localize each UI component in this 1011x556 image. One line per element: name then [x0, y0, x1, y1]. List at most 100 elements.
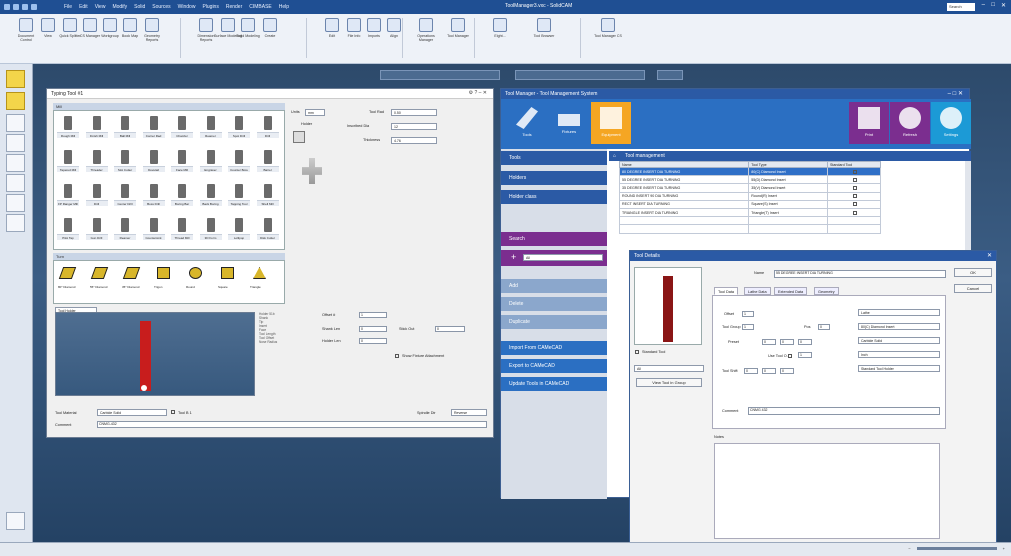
menu-cimbase[interactable]: CIMBASE	[249, 4, 272, 10]
mill-tool-chamfer[interactable]: Chamfer	[171, 114, 193, 138]
window-controls-icon[interactable]: ⚙ ? – ✕	[469, 90, 487, 96]
mill-tool-boss-drill[interactable]: Boss Drill	[142, 182, 165, 206]
sidebar-search[interactable]: Search	[501, 232, 607, 246]
menu-edit[interactable]: Edit	[79, 4, 88, 10]
cancel-button[interactable]: Cancel	[954, 284, 992, 293]
tools-tab-button[interactable]: Tools	[507, 102, 547, 144]
stickout-field[interactable]: 0	[435, 326, 465, 332]
standard-checkbox[interactable]	[853, 169, 858, 174]
tool-b-checkbox[interactable]	[171, 410, 175, 414]
orientation-icon[interactable]	[302, 158, 322, 184]
mill-tool-counter-bore[interactable]: Counter Bore	[228, 148, 250, 172]
mill-tool-shell-mill[interactable]: Shell Mill	[256, 182, 279, 206]
notes-textarea[interactable]	[714, 443, 940, 539]
holder-type-dropdown[interactable]: Standard Tool Holder	[858, 365, 940, 372]
standard-checkbox[interactable]	[853, 194, 858, 199]
table-row[interactable]: TRIANGLE INSERT DIA TURNING Triangle(T) I…	[618, 207, 881, 218]
view-tool-in-group-button[interactable]: View Tool in Group	[636, 378, 702, 387]
insert-round[interactable]: Round	[186, 265, 206, 289]
holder-checkbox-label[interactable]: Holder	[301, 122, 312, 126]
shift-y-field[interactable]: 0	[762, 368, 776, 374]
ribbon-button-tool-manager-cs[interactable]: Tool Manager CS	[594, 18, 622, 58]
mill-tool-dovetail[interactable]: Dovetail	[142, 148, 165, 172]
mill-tool-back-boring[interactable]: Back Boring	[199, 182, 222, 206]
tool-preview[interactable]	[55, 312, 255, 396]
mill-tool-pilot-tap[interactable]: Pilot Tap	[57, 216, 79, 240]
thickness-dropdown[interactable]: 4.76	[391, 137, 437, 144]
tool-button-8[interactable]	[6, 214, 25, 232]
material-dropdown[interactable]: Carbide Solid	[858, 337, 940, 344]
zoom-out-icon[interactable]: −	[908, 546, 910, 551]
mill-tool-fp-ranger-mill[interactable]: FP Ranger Mill	[57, 182, 79, 206]
sidebar-item-tools[interactable]: Tools	[501, 151, 607, 165]
mill-tool-barrel[interactable]: Barrel	[256, 148, 279, 172]
export-button[interactable]: Export to CAMeCAD	[501, 359, 607, 373]
fixtures-tab-button[interactable]: Fixtures	[549, 102, 589, 144]
tab-tool-data[interactable]: Tool Data	[714, 287, 739, 295]
pos-field[interactable]: 0	[818, 324, 830, 330]
menu-solid[interactable]: Solid	[134, 4, 145, 10]
menu-render[interactable]: Render	[226, 4, 242, 10]
mill-tool-gun-drill[interactable]: Gun Drill	[85, 216, 108, 240]
preset-x-field[interactable]: 0	[762, 339, 776, 345]
comment-field[interactable]: CNMG-432	[97, 421, 487, 428]
import-button[interactable]: Import From CAMeCAD	[501, 341, 607, 355]
mill-tool-corner-rad[interactable]: Corner Rad	[142, 114, 165, 138]
sidebar-item-holder-class[interactable]: Holder class	[501, 190, 607, 204]
holder-len-field[interactable]: 0	[359, 338, 387, 344]
ribbon-button-tool-manager[interactable]: Tool Manager	[444, 18, 472, 58]
ok-button[interactable]: OK	[954, 268, 992, 277]
mill-tool-drill[interactable]: Drill	[256, 114, 279, 138]
insert-35-diamond[interactable]: 35° Diamond	[122, 265, 142, 289]
machine-type-dropdown[interactable]: Lathe	[858, 309, 940, 316]
menu-sources[interactable]: Sources	[152, 4, 170, 10]
duplicate-button[interactable]: Duplicate	[501, 315, 607, 329]
shank-len-field[interactable]: 0	[359, 326, 387, 332]
table-row[interactable]: ROUND INSERT 90 DIA TURNING Round(R) Inse…	[618, 191, 881, 201]
units-dropdown[interactable]: mm	[305, 109, 325, 116]
tool-button-bottom[interactable]	[6, 512, 25, 530]
tool-button-7[interactable]	[6, 194, 25, 212]
minimize-icon[interactable]: –	[982, 2, 985, 8]
update-button[interactable]: Update Tools in CAMeCAD	[501, 377, 607, 391]
tool-group-field[interactable]: 1	[742, 324, 754, 330]
tab-geometry[interactable]: Geometry	[814, 287, 839, 295]
mill-tool-engraver[interactable]: Engraver	[199, 148, 222, 172]
filter-dropdown[interactable]: All	[523, 254, 603, 261]
mill-tool-thread-mill[interactable]: Thread Mill	[171, 216, 193, 240]
inscribed-dropdown[interactable]: 12	[391, 123, 437, 130]
ribbon-button-operations-manager[interactable]: Operations Manager	[412, 18, 440, 58]
ribbon-button-align[interactable]: Align	[380, 18, 408, 58]
menu-help[interactable]: Help	[279, 4, 289, 10]
offset-field[interactable]: 1	[742, 311, 754, 317]
table-row[interactable]: RECT INSERT DIA TURNING Square(S) Insert	[618, 199, 881, 209]
insert-type-dropdown[interactable]: 80(C) Diamond Insert	[858, 323, 940, 330]
offset-field[interactable]: 1	[359, 312, 387, 318]
menu-window[interactable]: Window	[178, 4, 196, 10]
mill-tool-reamer[interactable]: Reamer	[114, 216, 136, 240]
add-icon[interactable]: +	[511, 252, 516, 262]
menu-plugins[interactable]: Plugins	[202, 4, 218, 10]
search-input[interactable]: Search	[947, 3, 975, 11]
zoom-controls[interactable]: − +	[908, 546, 1005, 551]
ribbon-button-eight-[interactable]: Eight...	[486, 18, 514, 58]
shift-x-field[interactable]: 0	[744, 368, 758, 374]
zoom-in-icon[interactable]: +	[1003, 546, 1005, 551]
mill-tool-drill[interactable]: Drill	[85, 182, 108, 206]
mill-tool-threader[interactable]: Threader	[85, 148, 108, 172]
mill-tool-lollipop[interactable]: Lollipop	[228, 216, 250, 240]
display-toolbar[interactable]	[515, 70, 645, 80]
ribbon-button-geometry-reports[interactable]: Geometry Reports	[138, 18, 166, 58]
mill-tool-rough-mill[interactable]: Rough Mill	[57, 114, 79, 138]
ribbon-button-tool-browser[interactable]: Tool Browser	[530, 18, 558, 58]
mill-tool-countersink[interactable]: Countersink	[142, 216, 165, 240]
use-tool-checkbox[interactable]	[788, 354, 792, 358]
table-row[interactable]: 80 DEGREE INSERT DIA TURNING 80(C) Diamon…	[618, 166, 881, 177]
quick-access-toolbar[interactable]	[0, 0, 46, 14]
mill-tool-slot-cutter[interactable]: Slot Cutter	[114, 148, 136, 172]
spindle-dir-dropdown[interactable]: Reverse	[451, 409, 487, 416]
table-row[interactable]: 35 DEGREE INSERT DIA TURNING 35(V) Diamon…	[618, 183, 881, 193]
preset-y-field[interactable]: 0	[780, 339, 794, 345]
name-field[interactable]: 55 DEGREE INSERT DIA TURNING	[774, 270, 946, 278]
mill-tool-reamer[interactable]: Reamer	[199, 114, 222, 138]
